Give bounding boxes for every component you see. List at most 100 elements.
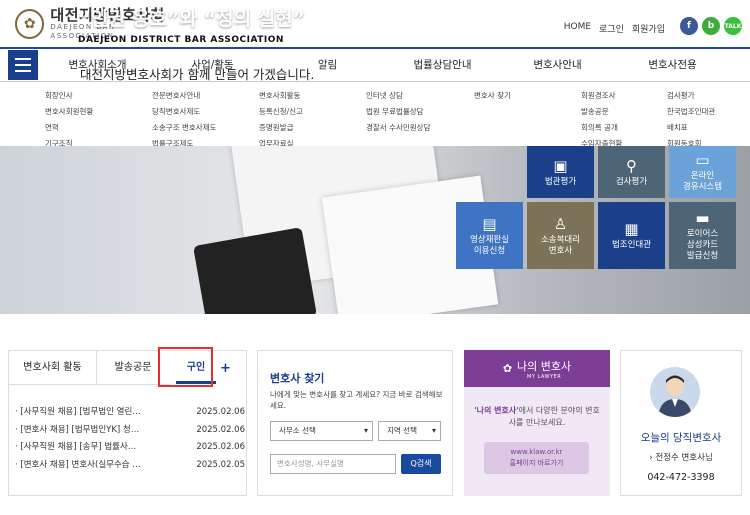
tab-activities[interactable]: 변호사회 활동 <box>9 351 97 385</box>
submenu-item[interactable]: 회원동호회 <box>667 136 715 146</box>
submenu-item[interactable]: 검사평가 <box>667 88 715 104</box>
news-date: 2025.02.05 <box>196 459 245 470</box>
hamburger-menu-button[interactable] <box>8 50 38 80</box>
blog-icon[interactable]: b <box>702 17 720 35</box>
home-link[interactable]: HOME <box>564 22 591 35</box>
news-date: 2025.02.06 <box>196 424 245 435</box>
tile-lawyer-directory[interactable]: ▦ 법조인대관 <box>598 202 665 269</box>
duty-lawyer-phone: 042-472-3398 <box>647 472 715 483</box>
chevron-right-icon: › <box>649 453 653 463</box>
emblem-icon: ✿ <box>15 9 45 39</box>
submenu-item[interactable]: 변호사회활동 <box>259 88 303 104</box>
submenu-item[interactable]: 연혁 <box>45 120 93 136</box>
book-icon: ▣ <box>553 156 568 175</box>
tile-online-system[interactable]: ▭ 온라인 경유시스템 <box>669 146 736 198</box>
submenu-item[interactable]: 변호사회원현황 <box>45 104 93 120</box>
submenu-item[interactable]: 소송구조 변호사제도 <box>152 120 216 136</box>
banner-subtitle-en: DAEJEON DISTRICT BAR ASSOCIATION <box>78 35 284 45</box>
news-list: · [사무직원 채용] [법무법인 열린… 2025.02.06 · [변호사 … <box>15 404 245 474</box>
submenu-item[interactable]: 법률구조제도 <box>152 136 216 146</box>
news-title[interactable]: · [사무직원 채용] [법무법인 열린… <box>15 404 175 422</box>
tile-judge-evaluation[interactable]: ▣ 법관평가 <box>527 146 594 198</box>
submenu-item[interactable]: 배치표 <box>667 120 715 136</box>
submenu-item[interactable]: 등록신청/신고 <box>259 104 303 120</box>
banner-headline: “인권 옹호”와 “정의 실현” <box>78 8 306 30</box>
card-icon: ▬ <box>695 209 710 227</box>
my-lawyer-title: 나의 변호사 <box>517 359 572 373</box>
news-title[interactable]: · [변호사 채용] 변호사(실무수습 … <box>15 457 175 475</box>
submenu-item[interactable]: 회원경조사 <box>581 88 622 104</box>
submenu-item[interactable]: 당직변호사제도 <box>152 104 216 120</box>
social-links: f b TALK <box>680 17 742 35</box>
my-lawyer-subtitle: MY LAWYER <box>527 373 562 380</box>
facebook-icon[interactable]: f <box>680 17 698 35</box>
utility-links: HOME 로그인 회원가입 <box>564 22 665 35</box>
hamburger-icon <box>15 58 31 60</box>
submenu-item[interactable]: 수임자출현황 <box>581 136 622 146</box>
submenu-item[interactable]: 전문변호사안내 <box>152 88 216 104</box>
submenu-col-activities: 전문변호사안내 당직변호사제도 소송구조 변호사제도 법률구조제도 <box>152 88 216 146</box>
list-item[interactable]: · [변호사 채용] [법무법인YK] 청… 2025.02.06 <box>15 422 245 440</box>
my-lawyer-description: '나의 변호사'에서 다양한 분야의 변호사를 만나보세요. <box>474 406 600 427</box>
search-button[interactable]: Q검색 <box>401 454 441 474</box>
search-icon: ⚲ <box>626 156 637 175</box>
submenu-col-about: 회장인사 변호사회원현황 연혁 기구조직 <box>45 88 93 146</box>
list-item[interactable]: · [사무직원 채용] [송무] 법률사… 2025.02.06 <box>15 439 245 457</box>
tile-video-court[interactable]: ▤ 영상재판실 이용신청 <box>456 202 523 269</box>
submenu-col-members-a: 회원경조사 발송공문 회의록 공개 수임자출현황 <box>581 88 622 146</box>
person-icon: ♙ <box>553 214 568 233</box>
office-select[interactable]: 사무소 선택 <box>270 421 373 441</box>
banner-tablet-image <box>193 227 317 314</box>
my-lawyer-homepage-link[interactable]: www.klaw.or.kr 홈페이지 바로가기 <box>484 442 589 474</box>
submenu-item[interactable]: 기구조직 <box>45 136 93 146</box>
news-title[interactable]: · [사무직원 채용] [송무] 법률사… <box>15 439 175 457</box>
submenu-item[interactable]: 인터넷 상담 <box>366 88 430 104</box>
submenu-col-notice: 변호사회활동 등록신청/신고 증명원발급 업무자료실 <box>259 88 303 146</box>
signup-link[interactable]: 회원가입 <box>632 22 665 35</box>
submenu-item[interactable]: 회장인사 <box>45 88 93 104</box>
tile-sub-attorney[interactable]: ♙ 소송복대리 변호사 <box>527 202 594 269</box>
nav-top-border <box>0 47 750 49</box>
lawyer-search-input[interactable]: 변호사성명, 사무실명 <box>270 454 396 474</box>
submenu-col-members-b: 검사평가 한국법조인대관 배치표 회원동호회 <box>667 88 715 146</box>
nav-item-legal-consult[interactable]: 법률상담안내 <box>385 50 500 80</box>
video-icon: ▤ <box>482 214 497 233</box>
more-plus-icon[interactable]: + <box>220 361 231 376</box>
submenu-item[interactable]: 업무자료실 <box>259 136 303 146</box>
monitor-icon: ▭ <box>695 151 710 169</box>
tile-prosecutor-evaluation[interactable]: ⚲ 검사평가 <box>598 146 665 198</box>
submenu-item[interactable]: 경찰서 수사민원상담 <box>366 120 430 136</box>
submenu-item[interactable]: 회의록 공개 <box>581 120 622 136</box>
submenu-item[interactable]: 발송공문 <box>581 104 622 120</box>
submenu-item[interactable]: 한국법조인대관 <box>667 104 715 120</box>
banner-slogan: 대전지방변호사회가 함께 만들어 가겠습니다. <box>80 67 315 82</box>
my-lawyer-header: ✿ 나의 변호사 MY LAWYER <box>464 350 610 387</box>
find-lawyer-description: 나에게 맞는 변호사를 찾고 계세요? 지금 바로 검색해보세요. <box>270 390 443 410</box>
news-title[interactable]: · [변호사 채용] [법무법인YK] 청… <box>15 422 175 440</box>
duty-lawyer-title: 오늘의 당직변호사 <box>640 432 722 444</box>
list-item[interactable]: · [변호사 채용] 변호사(실무수습 … 2025.02.05 <box>15 457 245 475</box>
my-lawyer-link-label: 홈페이지 바로가기 <box>509 459 564 467</box>
avatar <box>650 367 700 417</box>
submenu-item[interactable]: 변호사 찾기 <box>474 88 511 104</box>
find-lawyer-title: 변호사 찾기 <box>270 372 325 385</box>
submenu-item[interactable]: 증명원발급 <box>259 120 303 136</box>
my-lawyer-url: www.klaw.or.kr <box>510 448 563 456</box>
duty-lawyer-name: › 전정수 변호사님 <box>649 453 713 463</box>
news-date: 2025.02.06 <box>196 442 245 452</box>
news-date: 2025.02.06 <box>196 407 245 417</box>
submenu-col-lawyer-guide: 변호사 찾기 <box>474 88 511 104</box>
submenu-panel: 회장인사 변호사회원현황 연혁 기구조직 전문변호사안내 당직변호사제도 소송구… <box>0 88 750 146</box>
my-lawyer-logo-icon: ✿ <box>502 362 513 375</box>
nav-item-lawyer-guide[interactable]: 변호사안내 <box>500 50 615 80</box>
highlight-box <box>158 347 213 387</box>
computer-icon: ▦ <box>624 220 639 238</box>
talk-icon[interactable]: TALK <box>724 17 742 35</box>
nav-item-members-only[interactable]: 변호사전용 <box>615 50 730 80</box>
submenu-item[interactable]: 법원 무료법률상담 <box>366 104 430 120</box>
submenu-col-consult: 인터넷 상담 법원 무료법률상담 경찰서 수사민원상담 <box>366 88 430 136</box>
login-link[interactable]: 로그인 <box>599 22 624 35</box>
region-select[interactable]: 지역 선택 <box>378 421 441 441</box>
tile-card-application[interactable]: ▬ 로이어스 삼성카드 발급신청 <box>669 202 736 269</box>
list-item[interactable]: · [사무직원 채용] [법무법인 열린… 2025.02.06 <box>15 404 245 422</box>
